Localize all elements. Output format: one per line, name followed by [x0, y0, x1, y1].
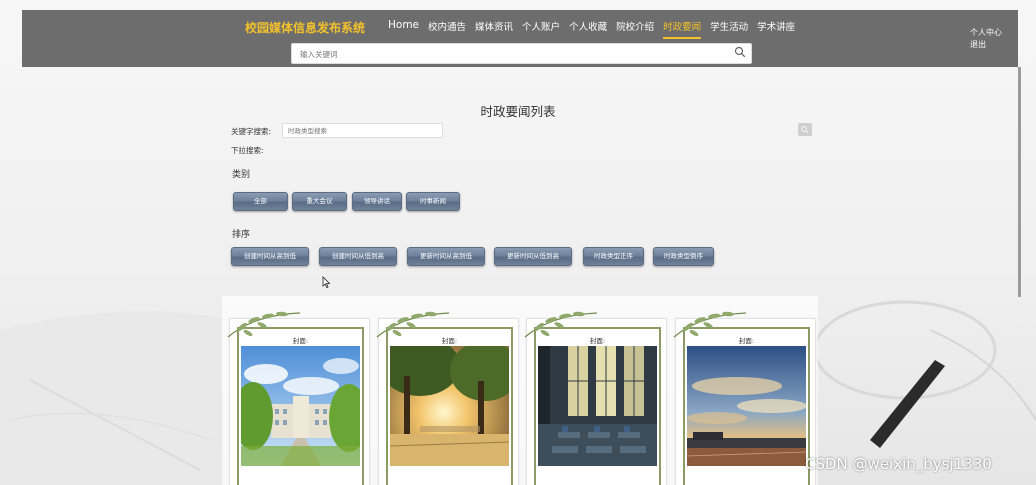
header-search-input[interactable]: [298, 46, 722, 62]
news-card[interactable]: 封面:: [673, 311, 816, 485]
search-icon[interactable]: [734, 46, 746, 58]
nav-item-school-intro[interactable]: 院校介绍: [616, 19, 654, 33]
sort-created-desc-button[interactable]: 创建时间从高到低: [231, 247, 309, 266]
category-heading: 类别: [232, 170, 251, 180]
keyword-search-button[interactable]: [798, 123, 812, 136]
sort-created-asc-button[interactable]: 创建时间从低到高: [319, 247, 397, 266]
sort-heading: 排序: [232, 230, 251, 240]
nav-item-media-news[interactable]: 媒体资讯: [475, 19, 513, 33]
nav-item-lectures[interactable]: 学术讲座: [757, 19, 795, 33]
top-header: 校园媒体信息发布系统 Home 校内通告 媒体资讯 个人账户 个人收藏 院校介绍…: [22, 10, 1018, 67]
nav-item-notices[interactable]: 校内通告: [428, 19, 466, 33]
sort-updated-asc-button[interactable]: 更新时间从低到高: [494, 247, 572, 266]
nav-item-political-news[interactable]: 时政要闻: [663, 19, 702, 39]
csdn-watermark: CSDN @weixin_bysj1330: [805, 455, 992, 473]
leaf-decoration-icon: [524, 311, 598, 338]
cover-image-campus-building[interactable]: [241, 346, 360, 466]
nav-item-student-activities[interactable]: 学生活动: [710, 19, 748, 33]
keyword-search-label: 关键字搜索:: [231, 127, 272, 136]
news-card[interactable]: 封面:: [227, 311, 370, 485]
sort-type-asc-button[interactable]: 时政类型正序: [583, 247, 644, 266]
news-card[interactable]: 封面:: [524, 311, 667, 485]
card-frame: 封面:: [534, 327, 661, 485]
nav-item-account[interactable]: 个人账户: [522, 19, 560, 33]
card-frame: 封面:: [237, 327, 364, 485]
user-center-link[interactable]: 个人中心: [970, 27, 1002, 39]
leaf-decoration-icon: [673, 311, 747, 338]
cover-image-classroom[interactable]: [538, 346, 657, 466]
leaf-decoration-icon: [376, 311, 450, 338]
category-current-affairs-button[interactable]: 时事新闻: [406, 192, 460, 211]
mouse-cursor-icon: [322, 276, 331, 289]
card-frame: 封面:: [683, 327, 810, 485]
leaf-decoration-icon: [227, 311, 301, 338]
site-title[interactable]: 校园媒体信息发布系统: [245, 19, 365, 36]
page-title: 时政要闻列表: [480, 104, 556, 119]
header-search-bar: [291, 43, 752, 64]
nav-item-favorites[interactable]: 个人收藏: [569, 19, 607, 33]
nav-item-home[interactable]: Home: [388, 19, 419, 33]
dropdown-search-label: 下拉搜索:: [231, 146, 264, 155]
category-all-button[interactable]: 全部: [233, 192, 288, 211]
cover-image-tree-sunset[interactable]: [390, 346, 509, 466]
card-frame: 封面:: [386, 327, 513, 485]
main-nav: Home 校内通告 媒体资讯 个人账户 个人收藏 院校介绍 时政要闻 学生活动 …: [388, 19, 804, 39]
news-card[interactable]: 封面:: [376, 311, 519, 485]
cover-image-sky-track[interactable]: [687, 346, 806, 466]
category-major-meeting-button[interactable]: 重大会议: [292, 192, 347, 211]
category-leader-speech-button[interactable]: 领导讲话: [352, 192, 402, 211]
page: 校园媒体信息发布系统 Home 校内通告 媒体资讯 个人账户 个人收藏 院校介绍…: [0, 0, 1036, 485]
sort-updated-desc-button[interactable]: 更新时间从高到低: [407, 247, 485, 266]
user-links: 个人中心 退出: [970, 27, 1002, 51]
search-icon: [801, 126, 809, 134]
keyword-search-input[interactable]: [282, 123, 443, 138]
logout-link[interactable]: 退出: [970, 39, 1002, 51]
sort-type-desc-button[interactable]: 时政类型倒序: [653, 247, 714, 266]
